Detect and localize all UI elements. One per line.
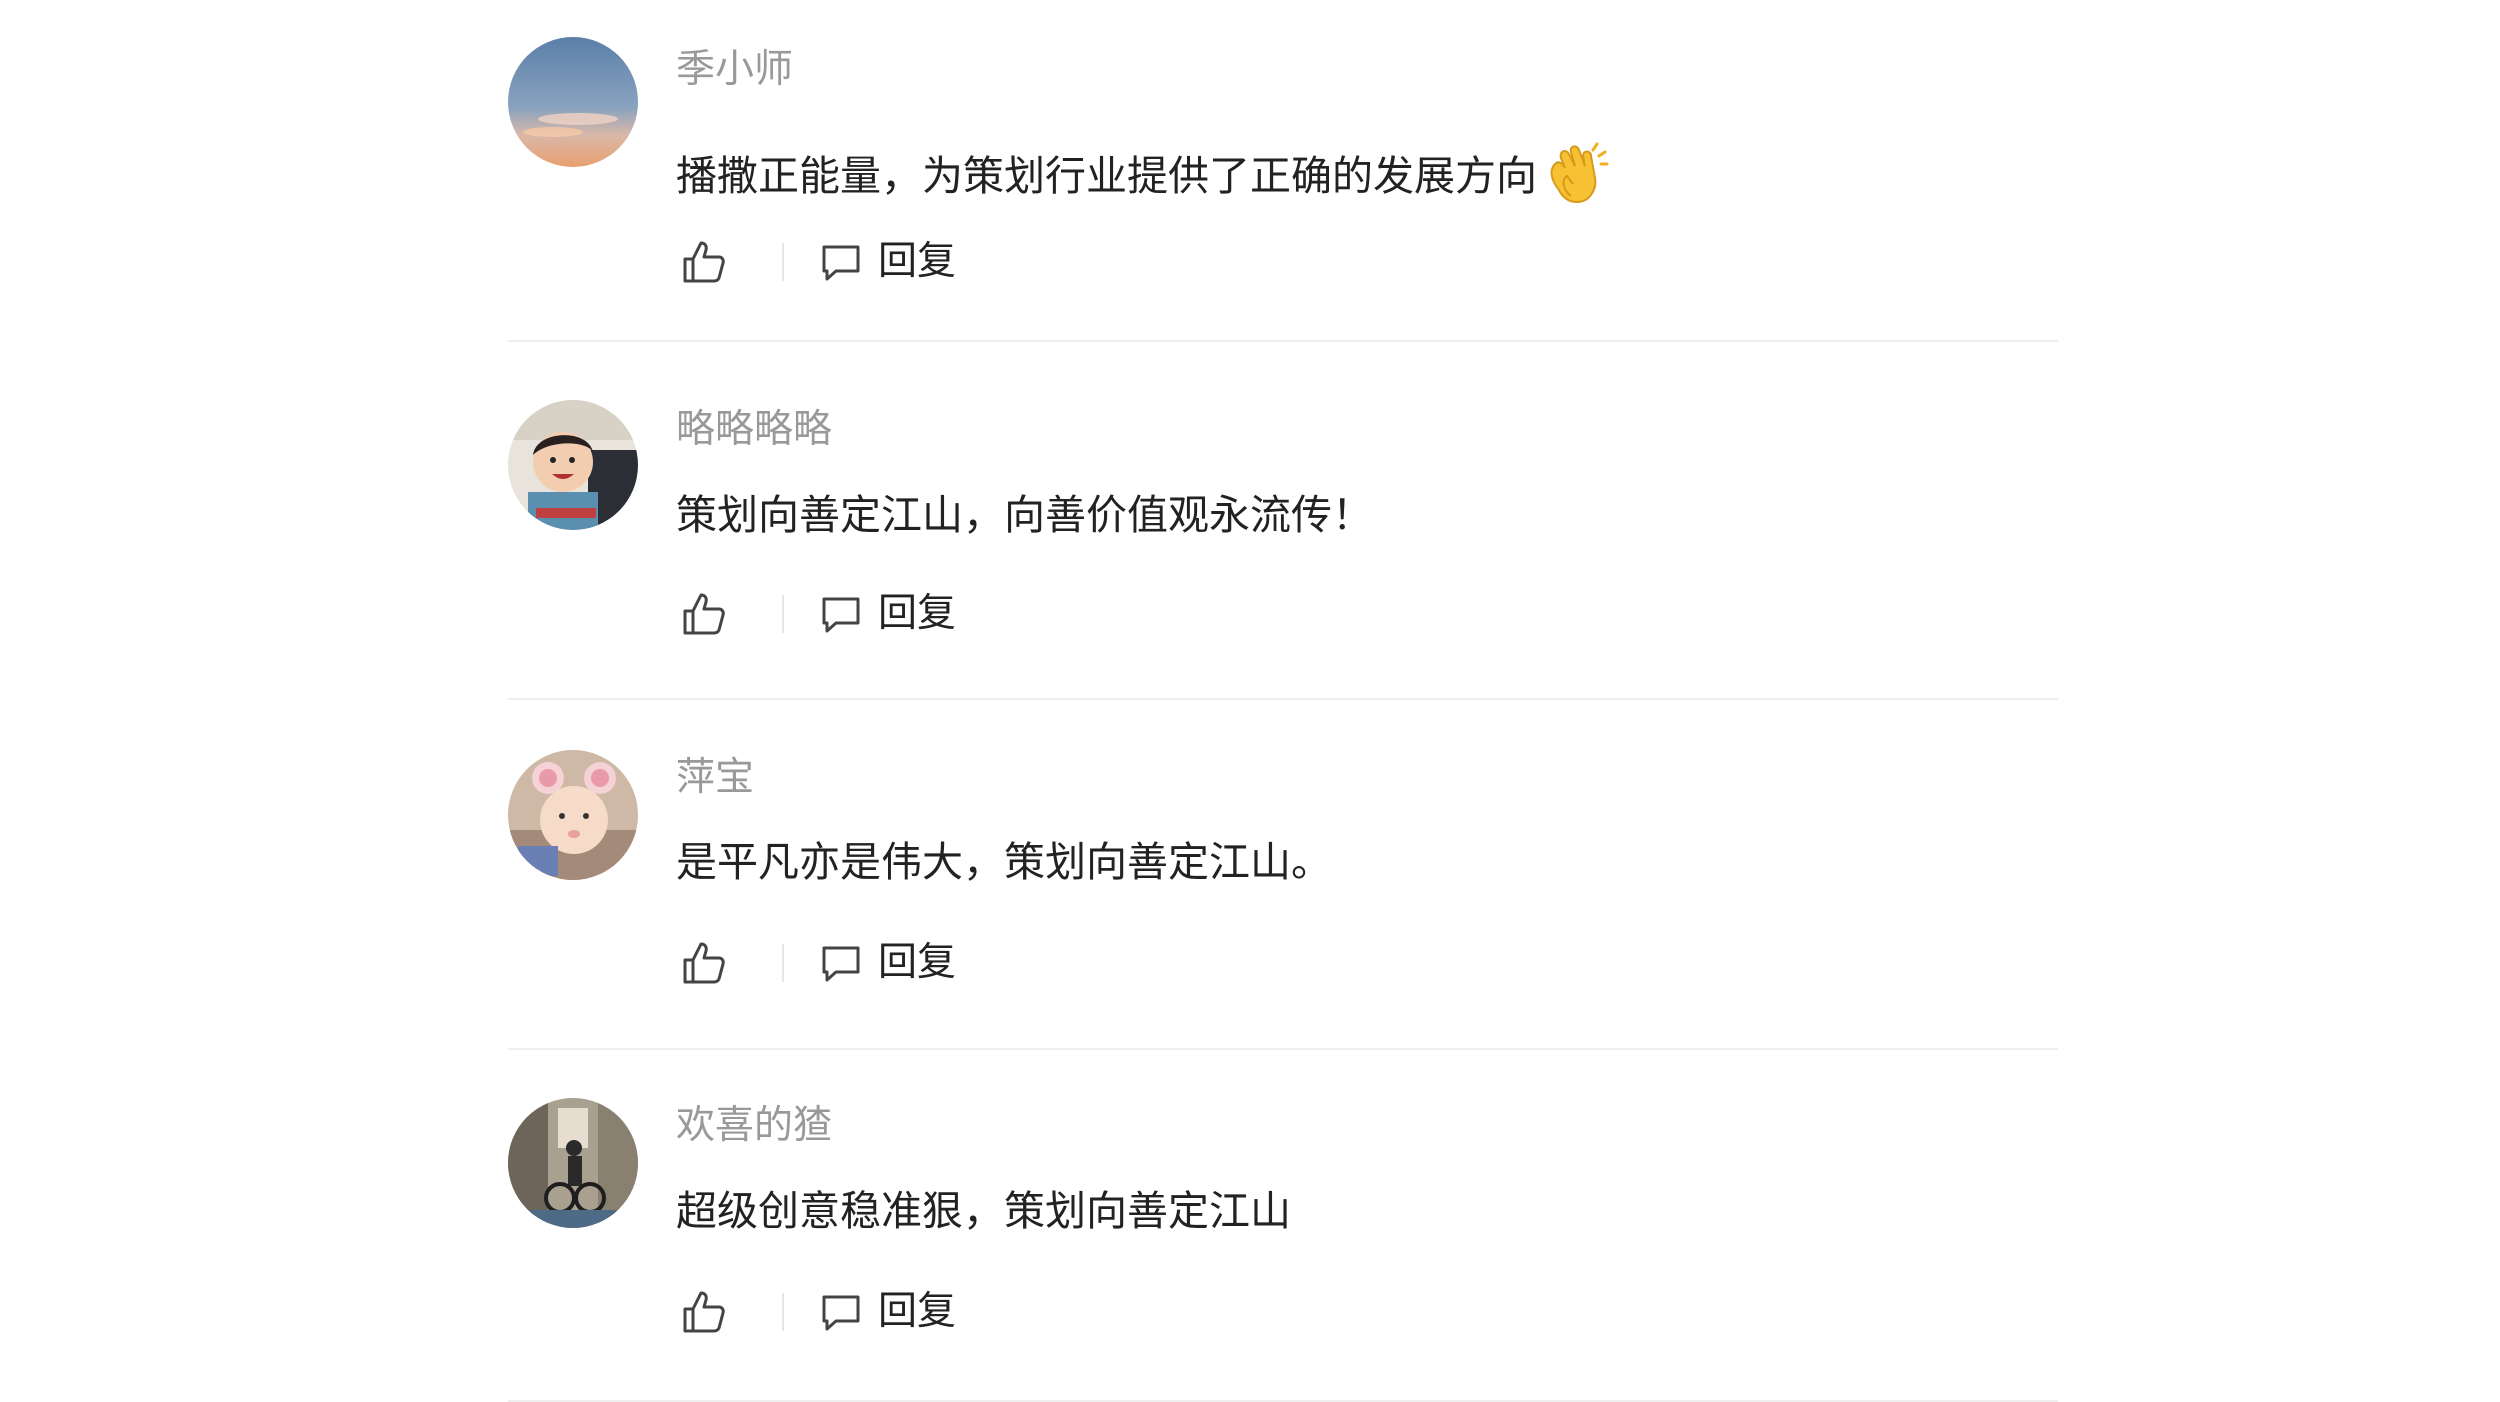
action-divider xyxy=(782,1293,784,1331)
reply-label: 回复 xyxy=(878,239,957,284)
speech-bubble-icon xyxy=(818,238,866,286)
reply-button[interactable]: 回复 xyxy=(818,238,956,286)
avatar-sky-image xyxy=(508,37,638,167)
comment-text: 超级创意稳准狠，策划向善定江山 xyxy=(676,1185,1291,1237)
clapping-hands-icon xyxy=(1541,140,1613,212)
speech-bubble-icon xyxy=(818,1288,866,1336)
comment-item: 欢喜的猹 超级创意稳准狠，策划向善定江山 回复 xyxy=(508,1050,2058,1402)
avatar-cyclist-photo xyxy=(508,1098,638,1228)
comment-text-content: 超级创意稳准狠，策划向善定江山 xyxy=(676,1187,1291,1235)
thumbs-up-icon xyxy=(683,593,725,635)
avatar[interactable] xyxy=(508,400,638,530)
action-divider xyxy=(782,944,784,982)
comment-username[interactable]: 欢喜的猹 xyxy=(676,1102,832,1150)
comment-text-content: 是平凡亦是伟大，策划向善定江山。 xyxy=(676,838,1332,886)
reply-label: 回复 xyxy=(878,1289,957,1334)
comment-list: 季小师 播撒正能量，为策划行业提供了正确的发展方向 回复 略略略略 策划向善定江… xyxy=(508,0,2058,1402)
comment-item: 略略略略 策划向善定江山，向善价值观永流传！ 回复 xyxy=(508,350,2058,700)
comment-text: 是平凡亦是伟大，策划向善定江山。 xyxy=(676,836,1332,888)
thumbs-up-icon xyxy=(683,241,725,283)
action-divider xyxy=(782,243,784,281)
comment-actions: 回复 xyxy=(676,232,956,292)
comment-username[interactable]: 季小师 xyxy=(676,46,793,94)
comment-item: 萍宝 是平凡亦是伟大，策划向善定江山。 回复 xyxy=(508,700,2058,1050)
speech-bubble-icon xyxy=(818,590,866,638)
comment-divider xyxy=(508,340,2058,342)
thumbs-up-icon xyxy=(683,942,725,984)
avatar[interactable] xyxy=(508,750,638,880)
comment-actions: 回复 xyxy=(676,584,956,644)
thumbs-up-icon xyxy=(683,1291,725,1333)
reply-button[interactable]: 回复 xyxy=(818,1288,956,1336)
avatar[interactable] xyxy=(508,1098,638,1228)
like-button[interactable] xyxy=(676,935,732,991)
comment-text-content: 播撒正能量，为策划行业提供了正确的发展方向 xyxy=(676,152,1537,200)
avatar-baby-photo xyxy=(508,750,638,880)
comment-actions: 回复 xyxy=(676,933,956,993)
comment-username[interactable]: 萍宝 xyxy=(676,754,754,802)
action-divider xyxy=(782,595,784,633)
avatar-child-photo xyxy=(508,400,638,530)
like-button[interactable] xyxy=(676,586,732,642)
avatar[interactable] xyxy=(508,37,638,167)
comment-item: 季小师 播撒正能量，为策划行业提供了正确的发展方向 回复 xyxy=(508,0,2058,350)
comment-text: 播撒正能量，为策划行业提供了正确的发展方向 xyxy=(676,140,1613,212)
comment-username[interactable]: 略略略略 xyxy=(676,406,832,454)
reply-label: 回复 xyxy=(878,591,957,636)
comment-text: 策划向善定江山，向善价值观永流传！ xyxy=(676,489,1373,541)
comment-text-content: 策划向善定江山，向善价值观永流传！ xyxy=(676,491,1373,539)
speech-bubble-icon xyxy=(818,939,866,987)
like-button[interactable] xyxy=(676,234,732,290)
comment-actions: 回复 xyxy=(676,1282,956,1342)
like-button[interactable] xyxy=(676,1284,732,1340)
reply-button[interactable]: 回复 xyxy=(818,590,956,638)
reply-label: 回复 xyxy=(878,940,957,985)
reply-button[interactable]: 回复 xyxy=(818,939,956,987)
